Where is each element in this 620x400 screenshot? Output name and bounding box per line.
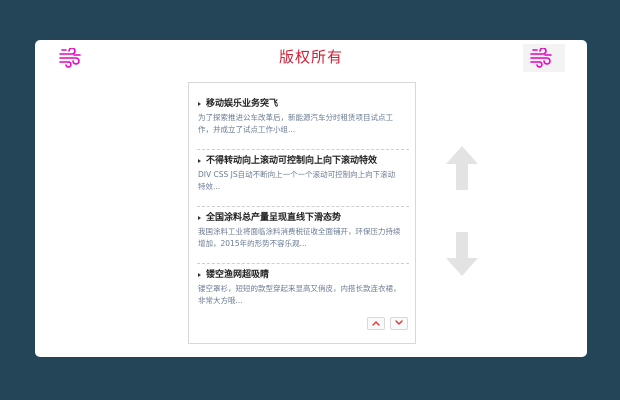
list-item[interactable]: 不得转动向上滚动可控制向上向下滚动特效 DIV CSS JS自动不断向上一个一个… bbox=[197, 150, 409, 207]
main-card: 版权所有 移动娱乐业务突飞 为了探索推进公车改革后，新能源汽车分时租赁项目试点工… bbox=[35, 40, 587, 357]
header-bar: 版权所有 bbox=[35, 40, 587, 74]
news-description: DIV CSS JS自动不断向上一个一个滚动可控制向上向下滚动特效... bbox=[198, 170, 396, 191]
news-title[interactable]: 镂空渔网超吸睛 bbox=[197, 269, 409, 281]
chevron-up-icon bbox=[372, 321, 380, 326]
news-title[interactable]: 移动娱乐业务突飞 bbox=[197, 98, 409, 110]
news-description: 为了探索推进公车改革后，新能源汽车分时租赁项目试点工作，并成立了试点工作小组..… bbox=[198, 113, 393, 134]
news-title[interactable]: 全国涂料总产量呈现直线下滑态势 bbox=[197, 212, 409, 224]
arrow-up-icon[interactable] bbox=[446, 146, 478, 190]
chevron-down-icon bbox=[395, 320, 403, 325]
scroll-up-button[interactable] bbox=[367, 317, 385, 330]
news-title[interactable]: 不得转动向上滚动可控制向上向下滚动特效 bbox=[197, 155, 409, 167]
list-item[interactable]: 全国涂料总产量呈现直线下滑态势 我国涂料工业将面临涂料消费税征收全面铺开，环保压… bbox=[197, 207, 409, 264]
page-title: 版权所有 bbox=[278, 48, 343, 66]
news-description: 我国涂料工业将面临涂料消费税征收全面铺开，环保压力持续增加，2015年的形势不容… bbox=[198, 227, 401, 248]
list-item[interactable]: 镂空渔网超吸睛 镂空罩衫，短短的款型穿起来显高又俏皮，内搭长款连衣裙，非常大方哦… bbox=[197, 264, 409, 321]
mini-scroll-controls bbox=[367, 317, 409, 331]
news-scroller: 移动娱乐业务突飞 为了探索推进公车改革后，新能源汽车分时租赁项目试点工作，并成立… bbox=[188, 82, 416, 344]
wind-icon bbox=[530, 48, 552, 68]
news-list: 移动娱乐业务突飞 为了探索推进公车改革后，新能源汽车分时租赁项目试点工作，并成立… bbox=[197, 93, 409, 321]
list-item[interactable]: 移动娱乐业务突飞 为了探索推进公车改革后，新能源汽车分时租赁项目试点工作，并成立… bbox=[197, 93, 409, 150]
arrow-down-icon[interactable] bbox=[446, 232, 478, 276]
scroll-down-button[interactable] bbox=[390, 317, 408, 330]
news-description: 镂空罩衫，短短的款型穿起来显高又俏皮，内搭长款连衣裙，非常大方哦... bbox=[198, 284, 401, 305]
